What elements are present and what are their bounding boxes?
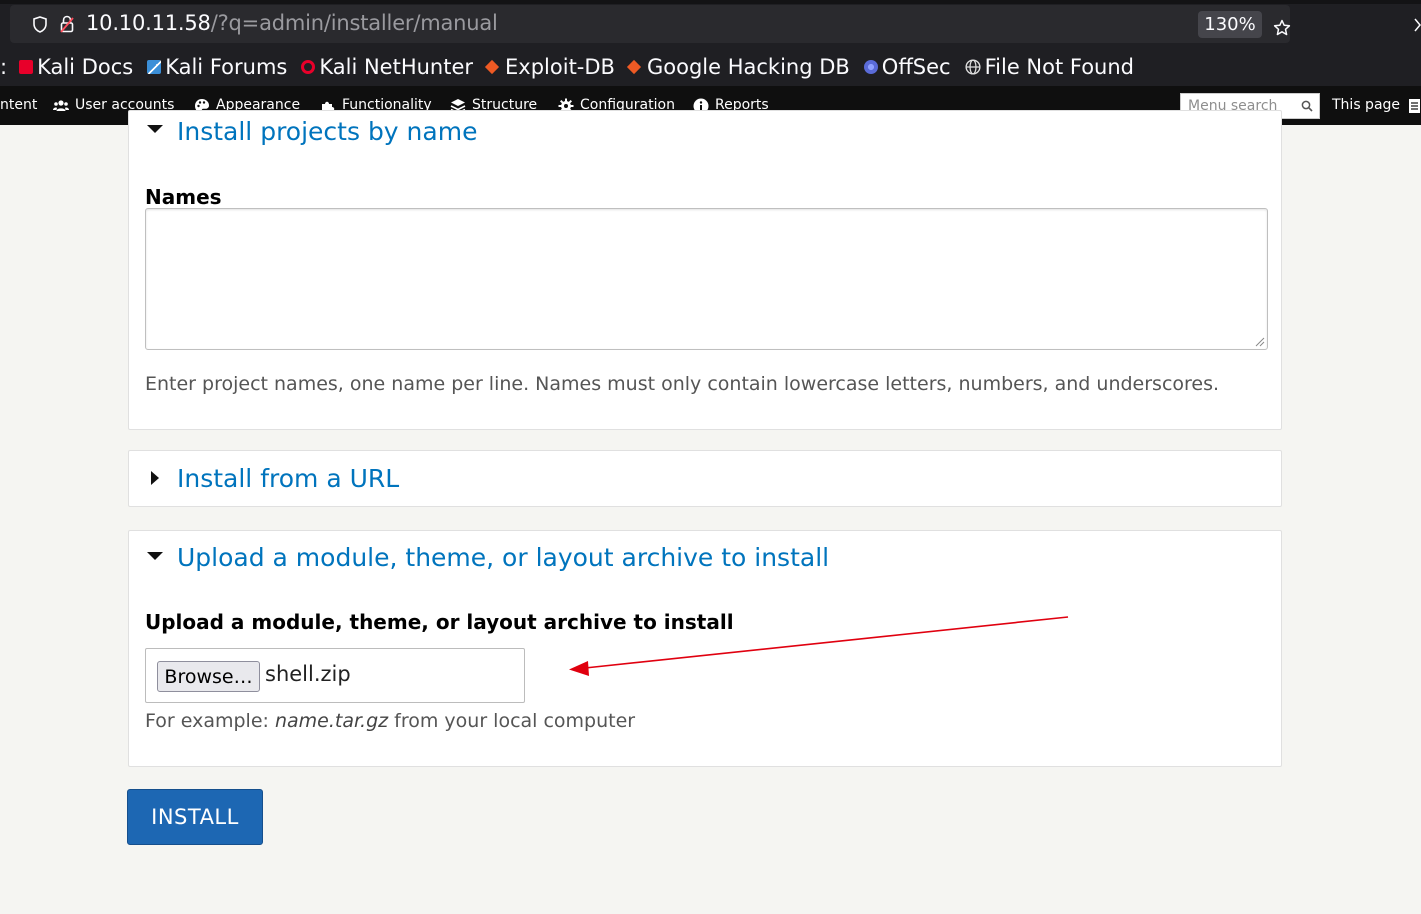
overflow-icon bbox=[1414, 18, 1421, 32]
offsec-icon bbox=[863, 60, 878, 74]
install-from-url-fieldset: Install from a URL bbox=[128, 450, 1282, 507]
bookmark-kali-docs[interactable]: Kali Docs bbox=[19, 48, 133, 86]
bookmarks-bar: : Kali Docs Kali Forums Kali NetHunter E… bbox=[0, 48, 1421, 86]
window-top-edge bbox=[0, 0, 1421, 4]
kali-nethunter-icon bbox=[301, 60, 316, 74]
bookmark-kali-forums[interactable]: Kali Forums bbox=[147, 48, 287, 86]
ghdb-icon bbox=[626, 59, 642, 75]
upload-description-prefix: For example: bbox=[145, 710, 275, 732]
selected-file-name: shell.zip bbox=[265, 662, 351, 686]
exploit-db-icon bbox=[484, 59, 500, 75]
bookmark-label: Kali Docs bbox=[37, 55, 134, 79]
url-text[interactable]: 10.10.11.58/?q=admin/installer/manual bbox=[86, 11, 498, 35]
install-by-name-legend[interactable]: Install projects by name bbox=[177, 117, 477, 146]
bookmark-star-icon[interactable] bbox=[1273, 19, 1291, 37]
bookmark-label: Kali Forums bbox=[165, 55, 288, 79]
names-description: Enter project names, one name per line. … bbox=[145, 373, 1220, 395]
kali-docs-icon bbox=[19, 60, 34, 74]
this-page-menu[interactable]: This page bbox=[1332, 86, 1400, 125]
upload-archive-legend[interactable]: Upload a module, theme, or layout archiv… bbox=[177, 543, 829, 572]
browser-urlbar-area: 10.10.11.58/?q=admin/installer/manual 13… bbox=[0, 0, 1421, 48]
document-icon[interactable] bbox=[1408, 98, 1421, 114]
lock-insecure-icon[interactable] bbox=[60, 15, 74, 33]
upload-description-suffix: from your local computer bbox=[388, 710, 636, 732]
bookmark-label: Kali NetHunter bbox=[319, 55, 474, 79]
install-button[interactable]: INSTALL bbox=[127, 789, 263, 845]
names-textarea[interactable] bbox=[145, 208, 1268, 350]
bookmark-file-not-found[interactable]: File Not Found bbox=[965, 48, 1134, 86]
bookmark-label: Google Hacking DB bbox=[646, 55, 850, 79]
upload-description-example: name.tar.gz bbox=[274, 710, 389, 732]
upload-description: For example: name.tar.gz from your local… bbox=[145, 710, 635, 732]
bookmark-google-hacking-db[interactable]: Google Hacking DB bbox=[626, 48, 850, 86]
upload-archive-fieldset: Upload a module, theme, or layout archiv… bbox=[128, 530, 1282, 767]
bookmark-overflow-edge: : bbox=[0, 55, 8, 79]
caret-right-icon[interactable] bbox=[151, 471, 159, 485]
resize-grip-icon[interactable] bbox=[1255, 337, 1265, 347]
url-bar[interactable]: 10.10.11.58/?q=admin/installer/manual 13… bbox=[10, 5, 1291, 43]
url-host: 10.10.11.58 bbox=[86, 11, 211, 35]
names-label: Names bbox=[145, 185, 222, 209]
install-from-url-legend[interactable]: Install from a URL bbox=[177, 464, 399, 493]
bookmark-label: Exploit-DB bbox=[505, 55, 615, 79]
zoom-level-badge[interactable]: 130% bbox=[1198, 11, 1262, 38]
toolbar-item-content[interactable]: ntent bbox=[0, 86, 37, 125]
users-icon bbox=[53, 99, 69, 111]
bookmark-label: OffSec bbox=[881, 55, 951, 79]
bookmark-kali-nethunter[interactable]: Kali NetHunter bbox=[301, 48, 473, 86]
shield-icon[interactable] bbox=[32, 16, 48, 33]
file-upload-field[interactable]: Browse… shell.zip bbox=[145, 648, 525, 703]
globe-icon bbox=[965, 59, 981, 75]
install-by-name-fieldset: Install projects by name Names Enter pro… bbox=[128, 110, 1282, 430]
bookmark-label: File Not Found bbox=[984, 55, 1135, 79]
kali-forums-icon bbox=[147, 60, 162, 74]
caret-down-icon[interactable] bbox=[147, 125, 163, 133]
caret-down-icon[interactable] bbox=[147, 552, 163, 560]
browse-button[interactable]: Browse… bbox=[157, 661, 260, 692]
url-path: /?q=admin/installer/manual bbox=[210, 11, 498, 35]
bookmark-exploit-db[interactable]: Exploit-DB bbox=[484, 48, 615, 86]
bookmark-offsec[interactable]: OffSec bbox=[863, 48, 951, 86]
search-icon[interactable] bbox=[1301, 100, 1313, 112]
upload-archive-label: Upload a module, theme, or layout archiv… bbox=[145, 610, 734, 634]
toolbar-label: ntent bbox=[0, 97, 38, 113]
